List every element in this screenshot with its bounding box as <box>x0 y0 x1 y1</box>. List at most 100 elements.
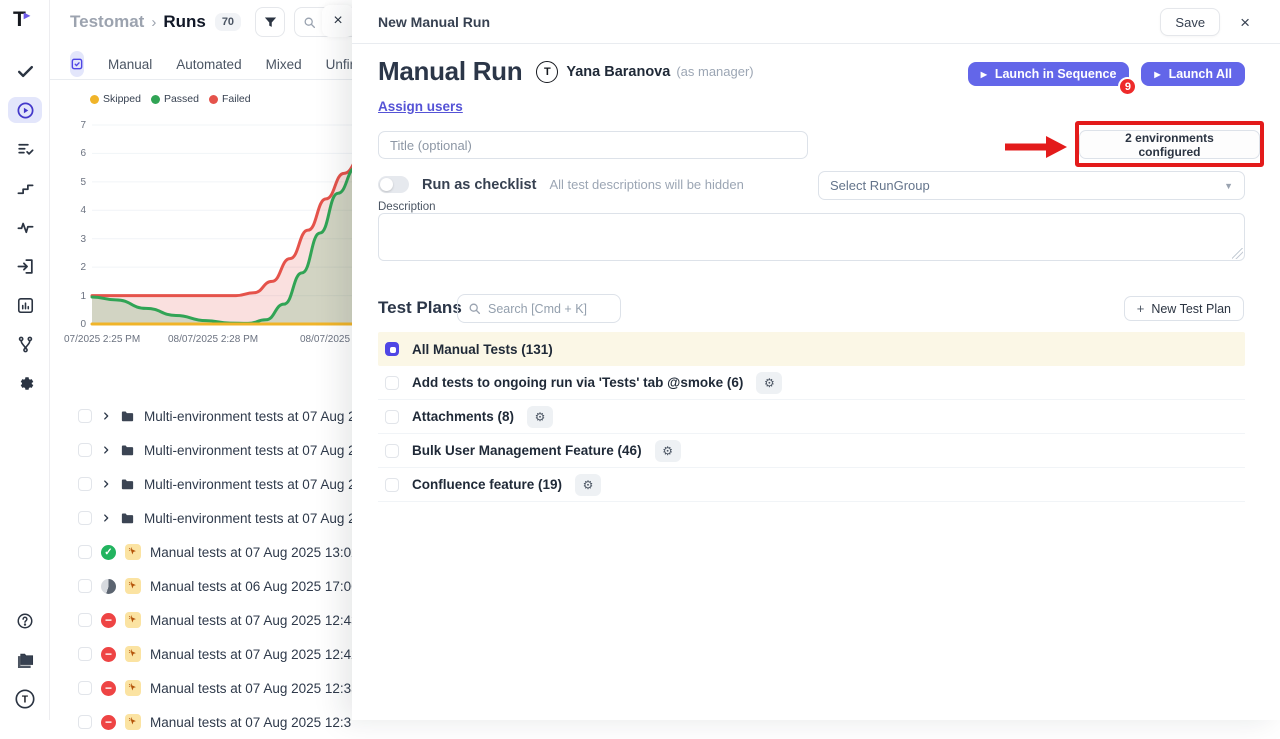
chevron-right-icon[interactable] <box>101 479 111 489</box>
new-manual-run-drawer: New Manual Run Save × Manual Run T Yana … <box>352 0 1280 720</box>
manual-run-icon <box>125 578 141 594</box>
run-checkbox[interactable] <box>78 579 92 593</box>
plan-checkbox[interactable] <box>385 410 399 424</box>
legend-item: Skipped <box>90 93 141 105</box>
run-row[interactable]: Multi-environment tests at 07 Aug 202 <box>50 501 352 535</box>
plan-checkbox[interactable] <box>385 478 399 492</box>
sidebar-item-analytics[interactable] <box>8 292 42 318</box>
run-row[interactable]: −Manual tests at 07 Aug 2025 12:42from <box>50 637 352 671</box>
run-checkbox[interactable] <box>78 647 92 661</box>
gear-icon: ⚙ <box>583 478 594 492</box>
filter-button[interactable] <box>255 7 285 37</box>
folder-icon <box>120 443 135 458</box>
plan-row[interactable]: Confluence feature (19)⚙ <box>378 468 1245 502</box>
tab-manual[interactable]: Manual <box>108 57 152 72</box>
runs-list: Multi-environment tests at 07 Aug 202Mul… <box>50 399 352 739</box>
close-search-button[interactable]: × <box>322 5 354 37</box>
plan-settings-button[interactable]: ⚙ <box>527 406 553 428</box>
test-plans-search-input[interactable] <box>488 302 608 316</box>
account-avatar[interactable]: T <box>8 686 42 712</box>
run-label: Manual tests at 07 Aug 2025 12:3 <box>150 715 351 730</box>
clipboard-check-icon <box>70 57 84 71</box>
test-plans-search[interactable] <box>457 294 621 323</box>
run-checkbox[interactable] <box>78 409 92 423</box>
plan-row[interactable]: Bulk User Management Feature (46) ⚙ <box>378 434 1245 468</box>
run-row[interactable]: ✓Manual tests at 07 Aug 2025 13:02from <box>50 535 352 569</box>
run-label: Manual tests at 07 Aug 2025 13:02 <box>150 545 359 560</box>
sidebar-item-test-plans[interactable] <box>8 136 42 162</box>
sidebar-item-activity[interactable] <box>8 214 42 240</box>
run-checkbox[interactable] <box>78 681 92 695</box>
run-label: Multi-environment tests at 07 Aug 202 <box>144 511 371 526</box>
sidebar-item-steps[interactable] <box>8 175 42 201</box>
run-row[interactable]: Multi-environment tests at 07 Aug 202 <box>50 399 352 433</box>
plan-row[interactable]: Add tests to ongoing run via 'Tests' tab… <box>378 366 1245 400</box>
plan-settings-button[interactable]: ⚙ <box>575 474 601 496</box>
run-row[interactable]: − Manual tests at 07 Aug 2025 12:3 <box>50 705 352 739</box>
drawer-close-button[interactable]: × <box>1240 14 1250 31</box>
run-title-input[interactable] <box>378 131 808 159</box>
run-checkbox[interactable] <box>78 715 92 729</box>
run-row[interactable]: Manual tests at 06 Aug 2025 17:0613 <box>50 569 352 603</box>
gear-icon: ⚙ <box>662 444 673 458</box>
plan-checkbox[interactable] <box>385 342 399 356</box>
environments-button[interactable]: 2 environments configured <box>1079 130 1260 159</box>
plan-row[interactable]: Attachments (8)⚙ <box>378 400 1245 434</box>
plan-label: Bulk User Management Feature (46) <box>412 443 642 458</box>
new-test-plan-button[interactable]: + New Test Plan <box>1124 296 1244 321</box>
y-axis-tick: 7 <box>50 120 86 131</box>
help-button[interactable] <box>8 608 42 634</box>
owner-avatar[interactable]: T <box>536 61 558 83</box>
gear-icon <box>16 374 35 393</box>
plan-settings-button[interactable]: ⚙ <box>756 372 782 394</box>
launch-all-button[interactable]: ▶ Launch All <box>1141 62 1245 86</box>
runs-board-view-button[interactable] <box>70 51 84 77</box>
save-button[interactable]: Save <box>1160 8 1220 36</box>
launch-in-sequence-button[interactable]: ▶ Launch in Sequence 9 <box>968 62 1130 86</box>
sidebar-item-import[interactable] <box>8 253 42 279</box>
plan-checkbox[interactable] <box>385 376 399 390</box>
run-row[interactable]: Multi-environment tests at 07 Aug 202 <box>50 433 352 467</box>
run-row[interactable]: −Manual tests at 07 Aug 2025 12:35from <box>50 671 352 705</box>
projects-button[interactable] <box>8 647 42 673</box>
run-checkbox[interactable] <box>78 477 92 491</box>
manual-run-icon <box>125 680 141 696</box>
chevron-right-icon[interactable] <box>101 411 111 421</box>
run-checkbox[interactable] <box>78 511 92 525</box>
run-row[interactable]: Multi-environment tests at 07 Aug 202 <box>50 467 352 501</box>
run-label: Manual tests at 06 Aug 2025 17:06 <box>150 579 359 594</box>
help-icon <box>16 612 34 630</box>
sidebar-item-tests[interactable] <box>8 58 42 84</box>
plan-checkbox[interactable] <box>385 444 399 458</box>
run-checkbox[interactable] <box>78 443 92 457</box>
app-logo[interactable]: T▸ <box>13 8 32 32</box>
run-label: Manual tests at 07 Aug 2025 12:43 <box>150 613 359 628</box>
notification-badge: 9 <box>1118 77 1137 96</box>
git-branch-icon <box>16 335 35 354</box>
owner-role: (as manager) <box>676 64 753 79</box>
assign-users-link[interactable]: Assign users <box>378 99 463 114</box>
play-icon: ▶ <box>1154 70 1160 79</box>
run-as-checklist-toggle[interactable] <box>378 176 409 193</box>
run-checkbox[interactable] <box>78 545 92 559</box>
chevron-right-icon[interactable] <box>101 513 111 523</box>
sidebar-item-runs[interactable] <box>8 97 42 123</box>
close-icon: × <box>1240 13 1250 32</box>
plan-row[interactable]: All Manual Tests (131) <box>378 332 1245 366</box>
status-failed-icon: − <box>101 715 116 730</box>
breadcrumb-root[interactable]: Testomat <box>70 12 144 32</box>
description-textarea[interactable] <box>378 213 1245 261</box>
tab-automated[interactable]: Automated <box>176 57 241 72</box>
sidebar-item-branches[interactable] <box>8 331 42 357</box>
chevron-right-icon[interactable] <box>101 445 111 455</box>
legend-item: Failed <box>209 93 251 105</box>
pulse-icon <box>16 218 35 237</box>
sidebar-item-settings[interactable] <box>8 370 42 396</box>
plan-settings-button[interactable]: ⚙ <box>655 440 681 462</box>
run-checkbox[interactable] <box>78 613 92 627</box>
rungroup-select[interactable]: Select RunGroup ▼ <box>818 171 1245 200</box>
run-row[interactable]: −Manual tests at 07 Aug 2025 12:43from <box>50 603 352 637</box>
tab-mixed[interactable]: Mixed <box>266 57 302 72</box>
resize-handle[interactable] <box>1232 248 1243 259</box>
status-failed-icon: − <box>101 647 116 662</box>
